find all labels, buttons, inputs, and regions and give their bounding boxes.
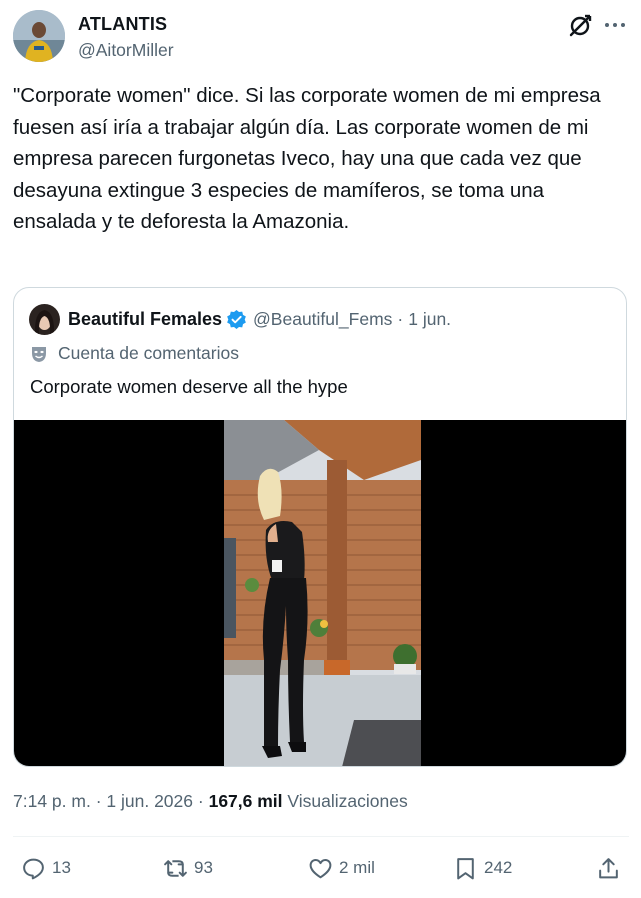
quoted-author-handle[interactable]: @Beautiful_Fems bbox=[253, 309, 392, 330]
quoted-tweet-date[interactable]: 1 jun. bbox=[408, 309, 451, 330]
meta-separator: · bbox=[95, 791, 102, 811]
views-label[interactable]: Visualizaciones bbox=[287, 791, 407, 811]
author-avatar[interactable] bbox=[13, 10, 65, 62]
divider bbox=[13, 836, 629, 837]
reply-button[interactable]: 13 bbox=[21, 848, 71, 888]
verified-badge-icon bbox=[227, 309, 246, 329]
quoted-tweet-media[interactable] bbox=[14, 420, 626, 766]
quoted-author-name[interactable]: Beautiful Females bbox=[68, 309, 222, 330]
retweet-icon bbox=[164, 859, 187, 877]
theater-mask-icon bbox=[32, 346, 46, 362]
tweet-date[interactable]: 1 jun. 2026 bbox=[106, 791, 193, 811]
tweet-text: "Corporate women" dice. Si las corporate… bbox=[13, 84, 607, 233]
commentary-account-text: Cuenta de comentarios bbox=[58, 343, 239, 363]
heart-icon bbox=[309, 858, 332, 878]
grok-icon[interactable] bbox=[567, 13, 593, 39]
like-count: 2 mil bbox=[339, 858, 375, 877]
quoted-tweet-text: Corporate women deserve all the hype bbox=[30, 376, 348, 397]
author-handle[interactable]: @AitorMiller bbox=[78, 39, 174, 61]
tweet-header: ATLANTIS @AitorMiller bbox=[13, 10, 629, 64]
quoted-tweet-header: Beautiful Females @Beautiful_Fems · 1 ju… bbox=[29, 303, 451, 335]
quoted-author-avatar[interactable] bbox=[29, 303, 60, 335]
bookmark-count: 242 bbox=[484, 858, 513, 877]
commentary-account-label: Cuenta de comentarios bbox=[30, 343, 239, 364]
share-icon bbox=[599, 857, 618, 878]
author-display-name[interactable]: ATLANTIS bbox=[78, 13, 174, 35]
tweet-time[interactable]: 7:14 p. m. bbox=[13, 791, 91, 811]
meta-separator: · bbox=[197, 791, 204, 811]
reply-icon bbox=[23, 858, 44, 879]
bookmark-button[interactable]: 242 bbox=[453, 848, 512, 888]
retweet-count: 93 bbox=[194, 858, 213, 877]
share-button[interactable] bbox=[596, 848, 627, 888]
reply-count: 13 bbox=[52, 858, 71, 877]
tweet-meta: 7:14 p. m. · 1 jun. 2026 · 167,6 mil Vis… bbox=[13, 791, 408, 812]
bookmark-icon bbox=[457, 857, 474, 879]
views-count[interactable]: 167,6 mil bbox=[209, 791, 283, 811]
quoted-tweet[interactable]: Beautiful Females @Beautiful_Fems · 1 ju… bbox=[13, 287, 627, 767]
like-button[interactable]: 2 mil bbox=[308, 848, 375, 888]
retweet-button[interactable]: 93 bbox=[163, 848, 213, 888]
meta-separator: · bbox=[397, 308, 404, 329]
photo-woman-in-black-jumpsuit bbox=[224, 420, 421, 766]
more-icon[interactable] bbox=[603, 16, 627, 34]
action-bar: 13 93 2 mil 242 bbox=[0, 848, 641, 888]
